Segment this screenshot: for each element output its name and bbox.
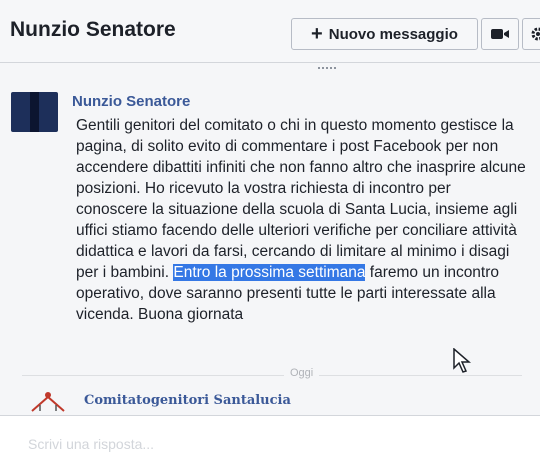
date-divider-label: Oggi — [284, 367, 319, 379]
message-thread: Nunzio Senatore Gentili genitori del com… — [0, 63, 540, 475]
date-divider — [22, 375, 522, 376]
new-message-label: Nuovo messaggio — [329, 26, 458, 43]
reply-box[interactable]: Scrivi una risposta... — [0, 415, 540, 476]
mouse-cursor-icon — [452, 348, 472, 374]
reply-placeholder[interactable]: Scrivi una risposta... — [28, 436, 154, 452]
plus-icon: + — [311, 24, 323, 44]
avatar-stripe — [30, 92, 39, 132]
group-avatar-icon[interactable] — [30, 389, 66, 413]
message-sender[interactable]: Nunzio Senatore — [72, 93, 190, 110]
resize-grip[interactable] — [318, 67, 336, 73]
conversation-header: Nunzio Senatore + Nuovo messaggio — [0, 0, 540, 63]
avatar[interactable] — [11, 92, 58, 132]
message-body: Gentili genitori del comitato o chi in q… — [76, 115, 526, 325]
selected-text: Entro la prossima settimana — [173, 264, 365, 281]
message-panel: Nunzio Senatore Gentili genitori del com… — [0, 63, 540, 475]
settings-button[interactable] — [522, 18, 540, 50]
message-text: Gentili genitori del comitato o chi in q… — [76, 117, 526, 281]
conversation-title[interactable]: Nunzio Senatore — [10, 18, 176, 42]
next-message-sender[interactable]: Comitatogenitori Santalucia — [84, 393, 291, 408]
video-camera-icon — [490, 27, 510, 41]
gear-icon — [530, 26, 540, 42]
new-message-button[interactable]: + Nuovo messaggio — [291, 18, 478, 50]
video-call-button[interactable] — [481, 18, 519, 50]
